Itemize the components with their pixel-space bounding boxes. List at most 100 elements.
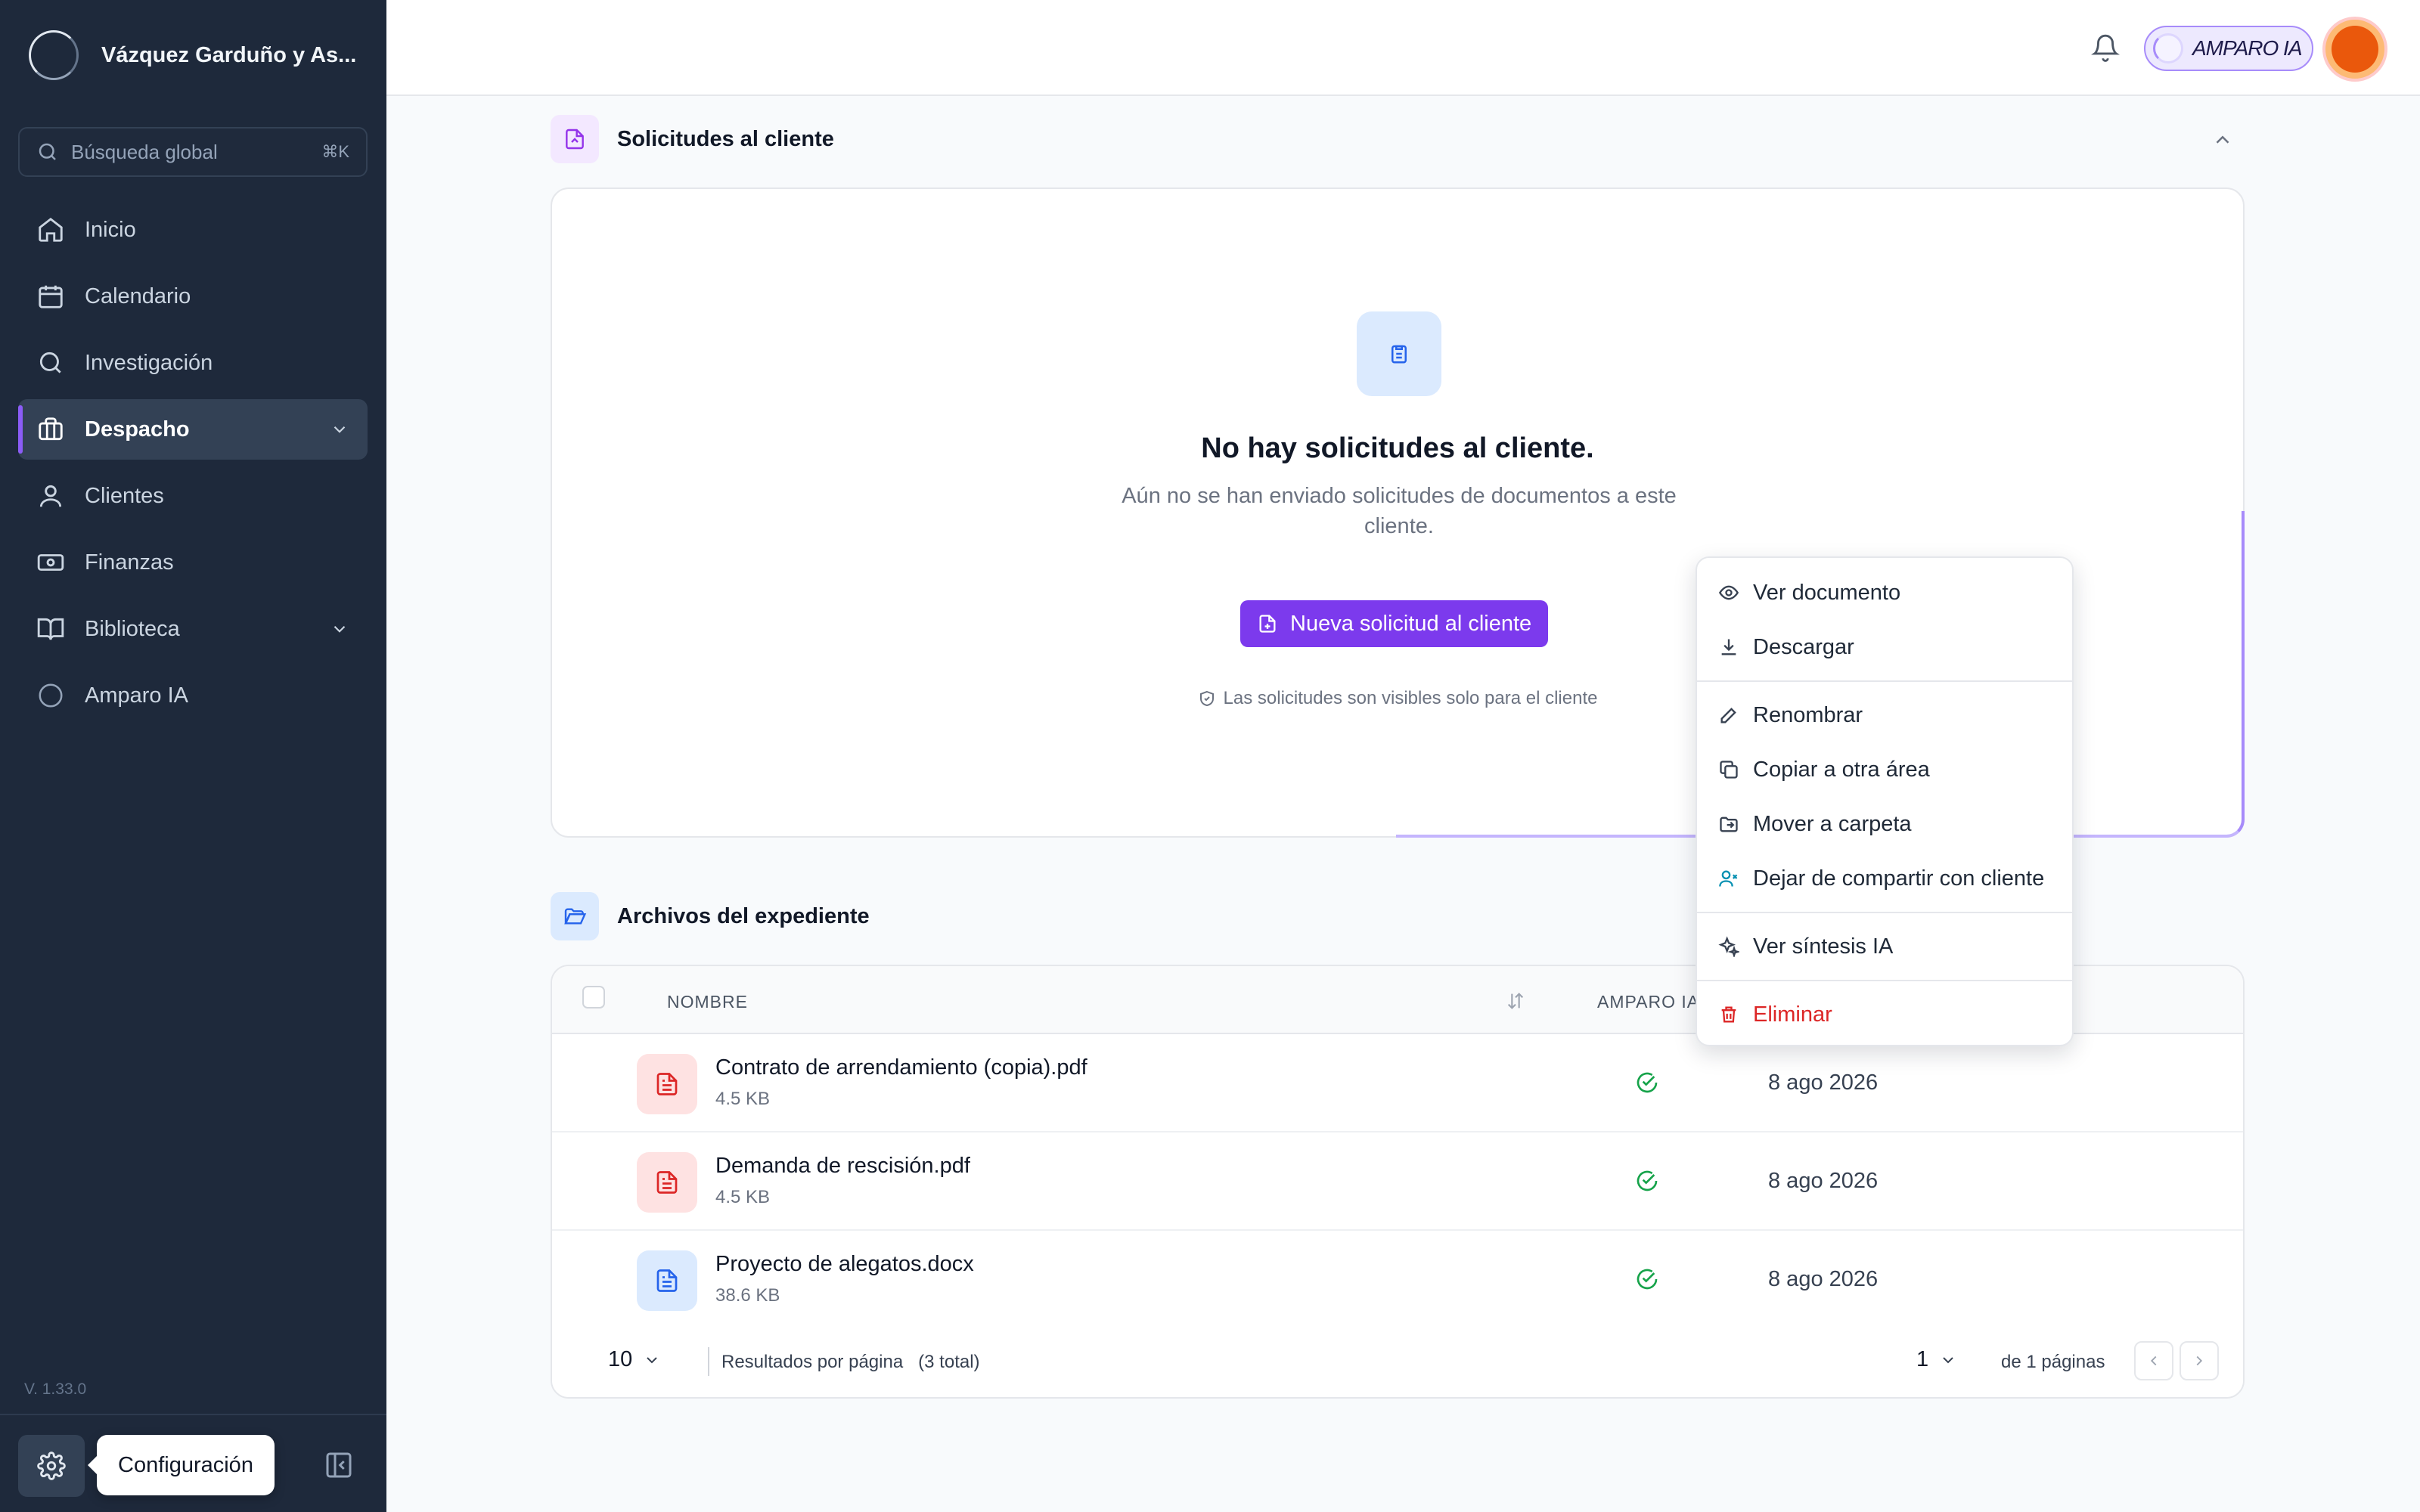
sidebar-item-label: Calendario [85, 284, 191, 308]
pdf-file-icon [637, 1152, 697, 1213]
column-header-name[interactable]: NOMBRE [667, 992, 748, 1012]
visibility-note-text: Las solicitudes son visibles solo para e… [1223, 688, 1598, 708]
menu-divider [1697, 680, 2072, 682]
file-request-icon [551, 115, 599, 163]
search-placeholder: Búsqueda global [71, 140, 218, 163]
sidebar-item-label: Despacho [85, 417, 190, 442]
menu-item-delete[interactable]: Eliminar [1697, 987, 2072, 1042]
file-plus-icon [1259, 615, 1276, 633]
sidebar-item-finanzas[interactable]: Finanzas [18, 532, 368, 593]
file-size: 4.5 KB [715, 1089, 771, 1109]
bell-icon[interactable] [2091, 33, 2120, 62]
chevron-down-icon [647, 1356, 657, 1363]
sidebar-item-despacho[interactable]: Despacho [18, 399, 368, 460]
chevron-down-icon[interactable] [330, 420, 349, 439]
amparo-ia-label: AMPARO IA [2192, 36, 2303, 60]
chevron-left-icon [2150, 1356, 2157, 1366]
chevron-down-icon [1943, 1356, 1953, 1363]
folder-move-icon [1720, 816, 1738, 832]
column-header-ia: AMPARO IA [1597, 992, 1700, 1012]
table-row[interactable]: Contrato de arrendamiento (copia).pdf 4.… [552, 1034, 2243, 1132]
file-name[interactable]: Demanda de rescisión.pdf [715, 1154, 970, 1179]
amparo-ia-button[interactable]: AMPARO IA [2144, 26, 2313, 71]
avatar-image [2332, 26, 2378, 73]
menu-item-label: Descargar [1753, 634, 1854, 659]
sidebar-nav: Inicio Calendario Investigación Despacho… [18, 200, 368, 732]
calendar-icon [39, 285, 63, 308]
file-size: 38.6 KB [715, 1285, 780, 1306]
menu-item-download[interactable]: Descargar [1697, 620, 2072, 674]
menu-divider [1697, 980, 2072, 981]
sort-icon[interactable] [1505, 990, 1526, 1012]
orb-icon [2153, 33, 2183, 64]
menu-item-label: Dejar de compartir con cliente [1753, 866, 2045, 891]
empty-state-title: No hay solicitudes al cliente. [1201, 432, 1594, 464]
sidebar-item-label: Investigación [85, 350, 213, 375]
per-page-value: 10 [608, 1347, 633, 1371]
gear-icon [37, 1452, 66, 1480]
sidebar-item-investigacion[interactable]: Investigación [18, 333, 368, 393]
check-circle-icon [1637, 1170, 1658, 1191]
requests-section-header[interactable]: Solicitudes al cliente [551, 115, 834, 163]
menu-item-unshare[interactable]: Dejar de compartir con cliente [1697, 851, 2072, 906]
menu-item-view-document[interactable]: Ver documento [1697, 565, 2072, 620]
menu-item-label: Renombrar [1753, 702, 1863, 727]
collapse-sidebar-icon[interactable] [324, 1450, 354, 1480]
settings-tooltip: Configuración [88, 1435, 275, 1495]
sidebar-item-biblioteca[interactable]: Biblioteca [18, 599, 368, 659]
file-date: 8 ago 2026 [1768, 1070, 1879, 1095]
file-date: 8 ago 2026 [1768, 1169, 1879, 1193]
table-row[interactable]: Demanda de rescisión.pdf 4.5 KB 8 ago 20… [552, 1132, 2243, 1231]
docx-file-icon [637, 1250, 697, 1311]
prev-page-button[interactable] [2134, 1341, 2173, 1380]
page-select[interactable]: 1 [1916, 1347, 1957, 1372]
check-circle-icon [1637, 1269, 1658, 1290]
per-page-select[interactable]: 10 [608, 1347, 661, 1372]
download-icon [1721, 639, 1736, 655]
next-page-button[interactable] [2180, 1341, 2219, 1380]
book-icon [37, 618, 64, 640]
sidebar-item-amparo-ia[interactable]: Amparo IA [18, 665, 368, 726]
file-context-menu: Ver documento Descargar Renombrar Copiar… [1696, 556, 2074, 1046]
empty-state-subtitle: Aún no se han enviado solicitudes de doc… [1122, 484, 1677, 538]
global-search[interactable]: Búsqueda global ⌘K [18, 127, 368, 177]
chevron-right-icon [2196, 1356, 2203, 1366]
select-all-checkbox[interactable] [582, 986, 605, 1009]
user-icon [39, 485, 62, 507]
brand-name: Vázquez Garduño y As... [101, 42, 357, 67]
chevron-down-icon[interactable] [330, 619, 349, 639]
new-request-button[interactable]: Nueva solicitud al cliente [1240, 600, 1549, 647]
menu-item-copy[interactable]: Copiar a otra área [1697, 742, 2072, 797]
menu-item-rename[interactable]: Renombrar [1697, 688, 2072, 742]
menu-item-ai-summary[interactable]: Ver síntesis IA [1697, 919, 2072, 974]
requests-title: Solicitudes al cliente [617, 126, 834, 151]
settings-button[interactable] [18, 1435, 85, 1497]
per-page-label: Resultados por página (3 total) [721, 1352, 980, 1372]
app-version: V. 1.33.0 [24, 1380, 87, 1398]
chevron-up-icon[interactable] [2211, 129, 2234, 151]
menu-item-move[interactable]: Mover a carpeta [1697, 797, 2072, 851]
files-section-header: Archivos del expediente [551, 892, 870, 940]
sidebar-item-inicio[interactable]: Inicio [18, 200, 368, 260]
sidebar-item-calendario[interactable]: Calendario [18, 266, 368, 327]
sidebar-item-label: Biblioteca [85, 616, 180, 641]
sidebar-item-clientes[interactable]: Clientes [18, 466, 368, 526]
table-row[interactable]: Proyecto de alegatos.docx 38.6 KB 8 ago … [552, 1231, 2243, 1329]
sidebar-item-label: Finanzas [85, 550, 174, 575]
file-name[interactable]: Proyecto de alegatos.docx [715, 1252, 974, 1277]
briefcase-icon [39, 417, 63, 441]
clipboard-icon [1357, 311, 1441, 396]
sidebar-footer: Configuración [0, 1414, 386, 1512]
sidebar-item-label: Clientes [85, 483, 164, 508]
search-icon [39, 352, 61, 373]
copy-icon [1720, 761, 1738, 779]
brand[interactable]: Vázquez Garduño y As... [29, 29, 356, 82]
trash-icon [1721, 1006, 1736, 1023]
sidebar: Vázquez Garduño y As... Búsqueda global … [0, 0, 386, 1512]
shield-icon [1199, 690, 1214, 707]
pencil-icon [1720, 708, 1736, 723]
menu-item-label: Mover a carpeta [1753, 811, 1912, 836]
file-name[interactable]: Contrato de arrendamiento (copia).pdf [715, 1055, 1087, 1080]
avatar[interactable] [2322, 17, 2387, 82]
files-title: Archivos del expediente [617, 903, 870, 928]
